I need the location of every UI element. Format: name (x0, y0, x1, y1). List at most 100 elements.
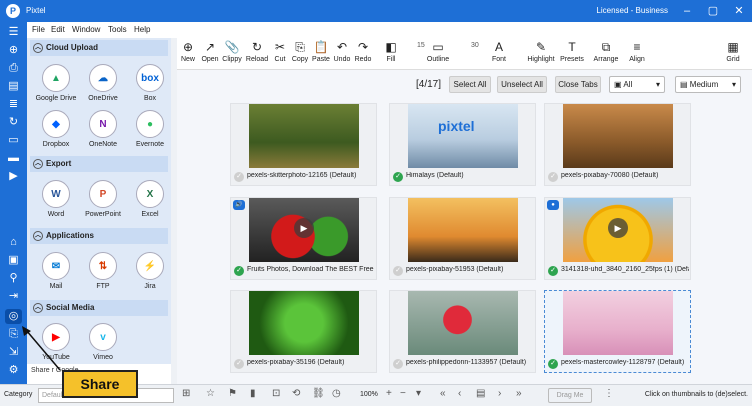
size-dropdown[interactable]: ▤ Medium ▾ (675, 76, 741, 93)
lock-icon[interactable]: ⊡ (272, 388, 280, 399)
clock-icon[interactable]: ◷ (332, 388, 341, 399)
clippy-button[interactable]: 📎 Clippy (221, 38, 243, 63)
menu-edit[interactable]: Edit (51, 25, 65, 34)
gallery-icon[interactable]: ▣ (5, 253, 22, 268)
thumbnail-card[interactable]: ▶ ● ✓ 3141318-uhd_3840_2160_25fps (1) (Defa… (544, 197, 691, 280)
share-onedrive-button[interactable]: ☁ OneDrive (81, 64, 125, 102)
thumbnail-card[interactable]: ✓ pexels-pixabay-70080 (Default) (544, 103, 691, 186)
link-icon[interactable]: ⛓ (312, 388, 325, 399)
bookmark-icon[interactable]: ▮ (250, 388, 256, 399)
select-all-button[interactable]: Select All (449, 76, 491, 93)
folder-icon[interactable]: ▬ (5, 151, 22, 166)
close-window-button[interactable]: ✕ (726, 0, 752, 22)
close-tabs-button[interactable]: Close Tabs (555, 76, 601, 93)
sync-icon[interactable]: ↻ (5, 115, 22, 130)
select-check-icon[interactable]: ✓ (548, 359, 558, 369)
zoom-out-icon[interactable]: − (400, 388, 406, 399)
share-evernote-button[interactable]: ● Evernote (128, 110, 171, 148)
menu-file[interactable]: File (32, 25, 45, 34)
prev-page-icon[interactable]: ‹ (458, 388, 461, 399)
share-onenote-button[interactable]: N OneNote (81, 110, 125, 148)
highlight-button[interactable]: ✎ Highlight (525, 38, 557, 63)
section-header-export[interactable]: ︿ Export (30, 156, 168, 172)
thumbnail-card[interactable]: ✓ pexels-pixabay-51953 (Default) (389, 197, 536, 280)
reload-button[interactable]: ↻ Reload (245, 38, 269, 63)
window-icon[interactable]: ▭ (5, 133, 22, 148)
list-icon[interactable]: ≣ (5, 97, 22, 112)
share-ftp-button[interactable]: ⇅ FTP (81, 252, 125, 290)
export-icon[interactable]: ⇥ (5, 289, 22, 304)
share-google-drive-button[interactable]: ▲ Google Drive (34, 64, 78, 102)
thumbnail-card[interactable]: ▶ 🔊 ✓ Fruits Photos, Download The BEST Free… (230, 197, 377, 280)
select-check-icon[interactable]: ✓ (234, 266, 244, 276)
play-icon[interactable]: ▶ (608, 218, 628, 238)
thumbnail-image[interactable] (563, 291, 673, 355)
minimize-button[interactable]: – (674, 0, 700, 22)
font-size-value[interactable]: 30 (471, 42, 479, 49)
copy-button[interactable]: ⎘ Copy (291, 38, 309, 63)
outline-width-value[interactable]: 15 (417, 42, 425, 49)
first-page-icon[interactable]: « (440, 388, 446, 399)
select-check-icon[interactable]: ✓ (548, 266, 558, 276)
thumbnail-image[interactable]: ▶ ● (547, 198, 673, 262)
select-check-icon[interactable]: ✓ (393, 359, 403, 369)
section-header-applications[interactable]: ︿ Applications (30, 228, 168, 244)
menu-tools[interactable]: Tools (108, 25, 127, 34)
thumbnail-image[interactable] (249, 104, 359, 168)
paste-button[interactable]: 📋 Paste (311, 38, 331, 63)
thumbnail-image[interactable]: ▶ 🔊 (233, 198, 359, 262)
align-button[interactable]: ≡ Align (625, 38, 649, 63)
play-icon[interactable]: ▶ (294, 218, 314, 238)
select-check-icon[interactable]: ✓ (234, 172, 244, 182)
last-page-icon[interactable]: » (516, 388, 522, 399)
share-jira-button[interactable]: ⚡ Jira (128, 252, 171, 290)
thumbnail-card[interactable]: ✓ pexels-philippedonn-1133957 (Default) (389, 290, 536, 373)
new-button[interactable]: ⊕ New (179, 38, 197, 63)
share-excel-button[interactable]: X Excel (128, 180, 171, 218)
select-check-icon[interactable]: ✓ (234, 359, 244, 369)
menu-window[interactable]: Window (72, 25, 100, 34)
select-check-icon[interactable]: ✓ (548, 172, 558, 182)
home-icon[interactable]: ⌂ (5, 235, 22, 250)
page-view-icon[interactable]: ▤ (476, 388, 485, 399)
document-icon[interactable]: ▤ (5, 79, 22, 94)
zoom-in-icon[interactable]: + (386, 388, 392, 399)
share-word-button[interactable]: W Word (34, 180, 78, 218)
star-icon[interactable]: ☆ (206, 388, 215, 399)
rotate-icon[interactable]: ⟲ (292, 388, 300, 399)
zoom-level[interactable]: 100% (360, 391, 378, 398)
thumbnail-image[interactable] (408, 198, 518, 262)
share-mail-button[interactable]: ✉ Mail (34, 252, 78, 290)
font-button[interactable]: A Font (487, 38, 511, 63)
thumbnail-card[interactable]: pixtel ✓ Himalays (Default) (389, 103, 536, 186)
more-options-icon[interactable]: ⋮ (604, 388, 614, 399)
section-header-social-media[interactable]: ︿ Social Media (30, 300, 168, 316)
arrange-button[interactable]: ⧉ Arrange (591, 38, 621, 63)
select-check-icon[interactable]: ✓ (393, 172, 403, 182)
share-vimeo-button[interactable]: v Vimeo (81, 323, 125, 361)
thumbnail-card[interactable]: ✓ pexels-skitterphoto-12165 (Default) (230, 103, 377, 186)
undo-button[interactable]: ↶ Undo (333, 38, 351, 63)
outline-button[interactable]: ▭ Outline (423, 38, 453, 63)
share-powerpoint-button[interactable]: P PowerPoint (81, 180, 125, 218)
flag-icon[interactable]: ⚑ (228, 388, 237, 399)
cut-button[interactable]: ✂ Cut (273, 38, 287, 63)
maximize-button[interactable]: ▢ (700, 0, 726, 22)
select-check-icon[interactable]: ✓ (393, 266, 403, 276)
thumbnail-image[interactable] (249, 291, 359, 355)
video-icon[interactable]: ▶ (5, 169, 22, 184)
next-page-icon[interactable]: › (498, 388, 501, 399)
filter-dropdown[interactable]: ▣ All ▾ (609, 76, 665, 93)
thumbnail-card[interactable]: ✓ pexels-mastercowley-1128797 (Default) (544, 290, 691, 373)
share-box-button[interactable]: box Box (128, 64, 171, 102)
upload-icon[interactable]: ⊕ (5, 43, 22, 58)
import-icon[interactable]: ⎙ (5, 61, 22, 76)
menu-help[interactable]: Help (134, 25, 150, 34)
redo-button[interactable]: ↷ Redo (353, 38, 373, 63)
thumbnail-image[interactable] (563, 104, 673, 168)
share-icon[interactable]: ◎ (5, 309, 22, 324)
search-icon[interactable]: ⚲ (5, 271, 22, 286)
thumbnail-image[interactable]: pixtel (408, 104, 518, 168)
unselect-all-button[interactable]: Unselect All (497, 76, 547, 93)
gallery-icon[interactable]: ⊞ (182, 388, 190, 399)
